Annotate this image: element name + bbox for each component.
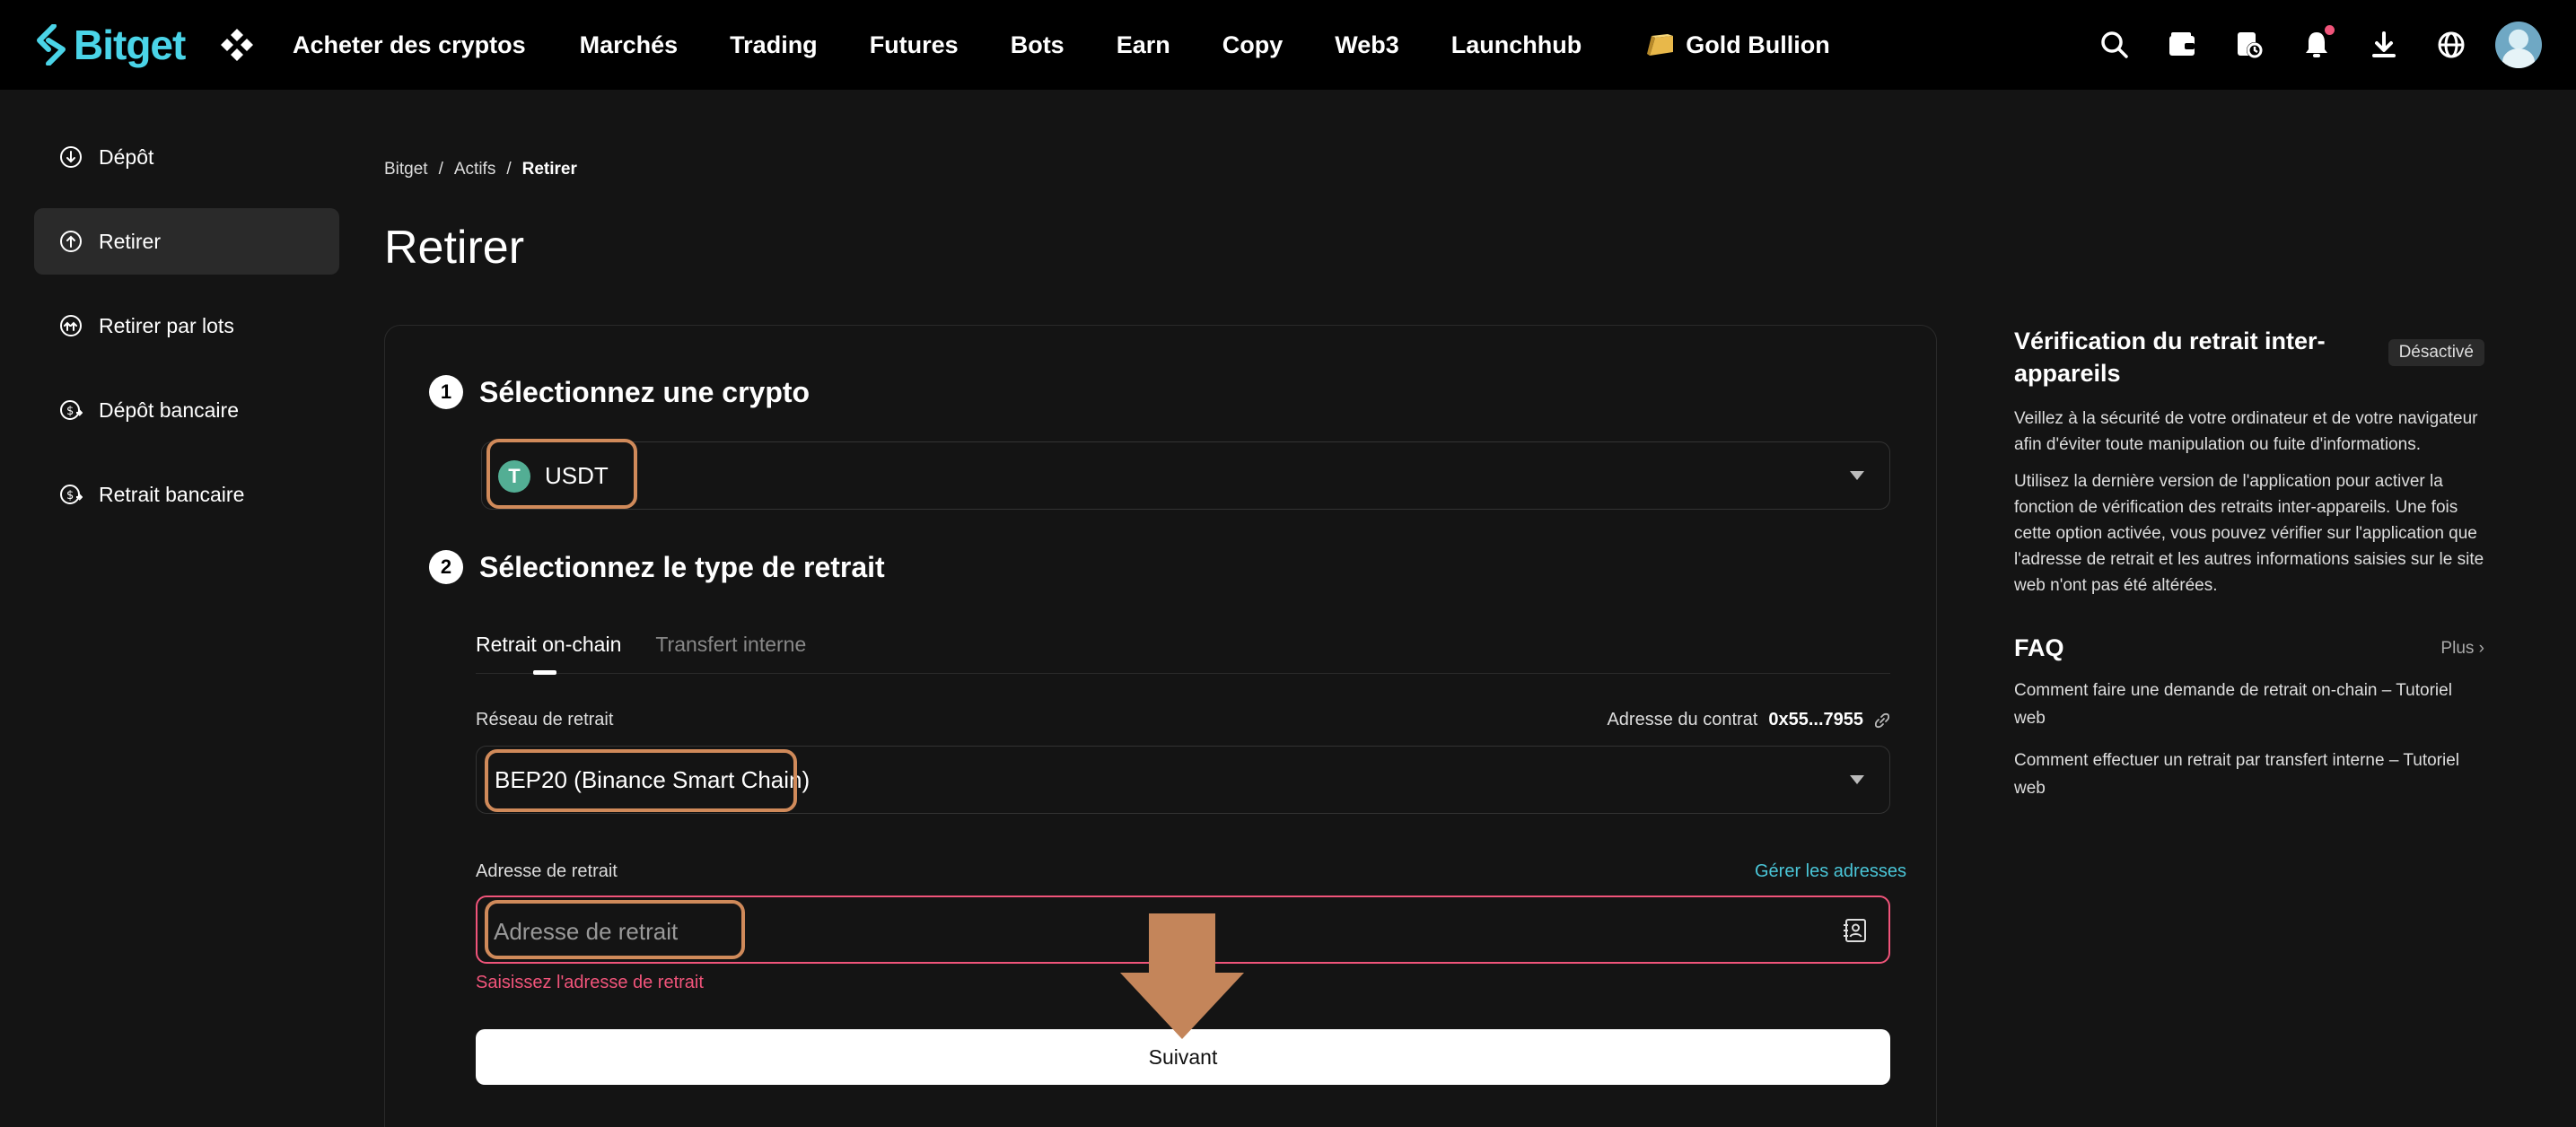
faq-title: FAQ [2014, 634, 2064, 661]
address-book-icon[interactable] [1842, 917, 1869, 944]
orders-clock-icon[interactable] [2226, 22, 2273, 68]
highlight-network [485, 749, 797, 812]
network-label: Réseau de retrait [476, 710, 614, 729]
nav-earn[interactable]: Earn [1117, 31, 1170, 59]
breadcrumb: Bitget / Actifs / Retirer [384, 160, 577, 179]
contract-label: Adresse du contrat [1607, 710, 1758, 729]
sidebar-item-label: Retrait bancaire [99, 482, 245, 506]
nav-markets[interactable]: Marchés [580, 31, 679, 59]
nav-copy[interactable]: Copy [1222, 31, 1284, 59]
verification-text-2: Utilisez la dernière version de l'applic… [2014, 472, 2484, 595]
wallet-icon[interactable] [2159, 22, 2205, 68]
breadcrumb-separator: / [506, 160, 512, 179]
bitget-logo-icon [37, 24, 66, 66]
address-label: Adresse de retrait [476, 861, 618, 881]
sidebar-item-batch-withdraw[interactable]: Retirer par lots [34, 293, 339, 359]
nav-trading[interactable]: Trading [730, 31, 818, 59]
step-number: 1 [429, 375, 463, 409]
step-title: Sélectionnez le type de retrait [479, 550, 885, 583]
contract-value: 0x55...7955 [1768, 710, 1863, 729]
svg-text:$: $ [66, 489, 74, 502]
link-icon[interactable] [1874, 712, 1890, 729]
svg-text:$: $ [66, 405, 74, 418]
bell-icon[interactable] [2293, 22, 2340, 68]
step-1-header: 1 Sélectionnez une crypto [429, 375, 810, 409]
batch-withdraw-icon [60, 315, 82, 336]
top-right-icons [2071, 22, 2542, 68]
crypto-select[interactable]: T USDT [481, 441, 1890, 510]
faq-header: FAQ Plus › [2014, 634, 2484, 662]
address-error-message: Saisissez l'adresse de retrait [476, 973, 704, 992]
step-title: Sélectionnez une crypto [479, 375, 810, 408]
breadcrumb-assets[interactable]: Actifs [454, 160, 495, 179]
withdraw-icon [60, 231, 82, 252]
nav-bots[interactable]: Bots [1011, 31, 1065, 59]
sidebar-item-label: Dépôt [99, 144, 154, 169]
globe-icon[interactable] [2428, 22, 2475, 68]
contract-address: Adresse du contrat 0x55...7955 [1607, 710, 1890, 730]
step-2-header: 2 Sélectionnez le type de retrait [429, 550, 885, 584]
notification-dot [2325, 25, 2335, 35]
faq-link[interactable]: Comment faire une demande de retrait on-… [2014, 677, 2484, 732]
down-arrow-annotation-icon [1120, 913, 1244, 1039]
search-icon[interactable] [2091, 22, 2138, 68]
gold-bar-icon [1647, 34, 1674, 56]
bitget-logo[interactable]: Bitget [34, 20, 186, 70]
deposit-icon [60, 146, 82, 168]
tab-internal-transfer[interactable]: Transfert interne [655, 633, 806, 674]
highlight-crypto [486, 439, 637, 509]
status-badge: Désactivé [2388, 339, 2484, 366]
nav-buy-crypto[interactable]: Acheter des cryptos [293, 31, 526, 59]
chevron-down-icon [1850, 471, 1864, 480]
main-nav: Acheter des cryptos Marchés Trading Futu… [293, 0, 1830, 90]
brand-name: Bitget [74, 22, 186, 68]
sidebar-item-bank-deposit[interactable]: $ Dépôt bancaire [34, 377, 339, 443]
sidebar-item-label: Retirer [99, 229, 162, 253]
breadcrumb-current: Retirer [521, 160, 577, 179]
withdraw-type-tabs: Retrait on-chain Transfert interne [476, 633, 1890, 675]
faq-link[interactable]: Comment effectuer un retrait par transfe… [2014, 747, 2484, 802]
top-navigation-bar: Bitget Acheter des cryptos Marchés Tradi… [0, 0, 2576, 90]
bank-withdraw-icon: $ [60, 485, 83, 504]
sidebar-item-withdraw[interactable]: Retirer [34, 208, 339, 275]
breadcrumb-bitget[interactable]: Bitget [384, 160, 428, 179]
breadcrumb-separator: / [438, 160, 443, 179]
nav-gold-bullion[interactable]: Gold Bullion [1646, 31, 1830, 59]
sidebar-item-deposit[interactable]: Dépôt [34, 124, 339, 190]
chevron-down-icon [1850, 775, 1864, 784]
manage-addresses-link[interactable]: Gérer les adresses [1755, 861, 1906, 882]
nav-web3[interactable]: Web3 [1335, 31, 1399, 59]
verification-text-1: Veillez à la sécurité de votre ordinateu… [2014, 409, 2478, 454]
nav-gold-label: Gold Bullion [1686, 31, 1830, 58]
sidebar-item-label: Retirer par lots [99, 313, 234, 337]
faq-more-link[interactable]: Plus › [2440, 639, 2484, 659]
highlight-address [485, 900, 745, 959]
nav-launchhub[interactable]: Launchhub [1451, 31, 1582, 59]
sidebar: Dépôt Retirer Retirer par lots $ Dépôt b… [34, 124, 339, 546]
apps-grid-icon[interactable] [219, 27, 255, 63]
tab-on-chain[interactable]: Retrait on-chain [476, 633, 621, 675]
nav-futures[interactable]: Futures [870, 31, 959, 59]
step-number: 2 [429, 550, 463, 584]
avatar[interactable] [2495, 22, 2542, 68]
info-column: Vérification du retrait inter-appareils … [2014, 325, 2484, 802]
bank-deposit-icon: $ [60, 400, 83, 420]
download-icon[interactable] [2361, 22, 2407, 68]
sidebar-item-label: Dépôt bancaire [99, 398, 239, 422]
verification-title: Vérification du retrait inter-appareils [2014, 328, 2326, 387]
page-title: Retirer [384, 222, 525, 274]
sidebar-item-bank-withdraw[interactable]: $ Retrait bancaire [34, 461, 339, 528]
